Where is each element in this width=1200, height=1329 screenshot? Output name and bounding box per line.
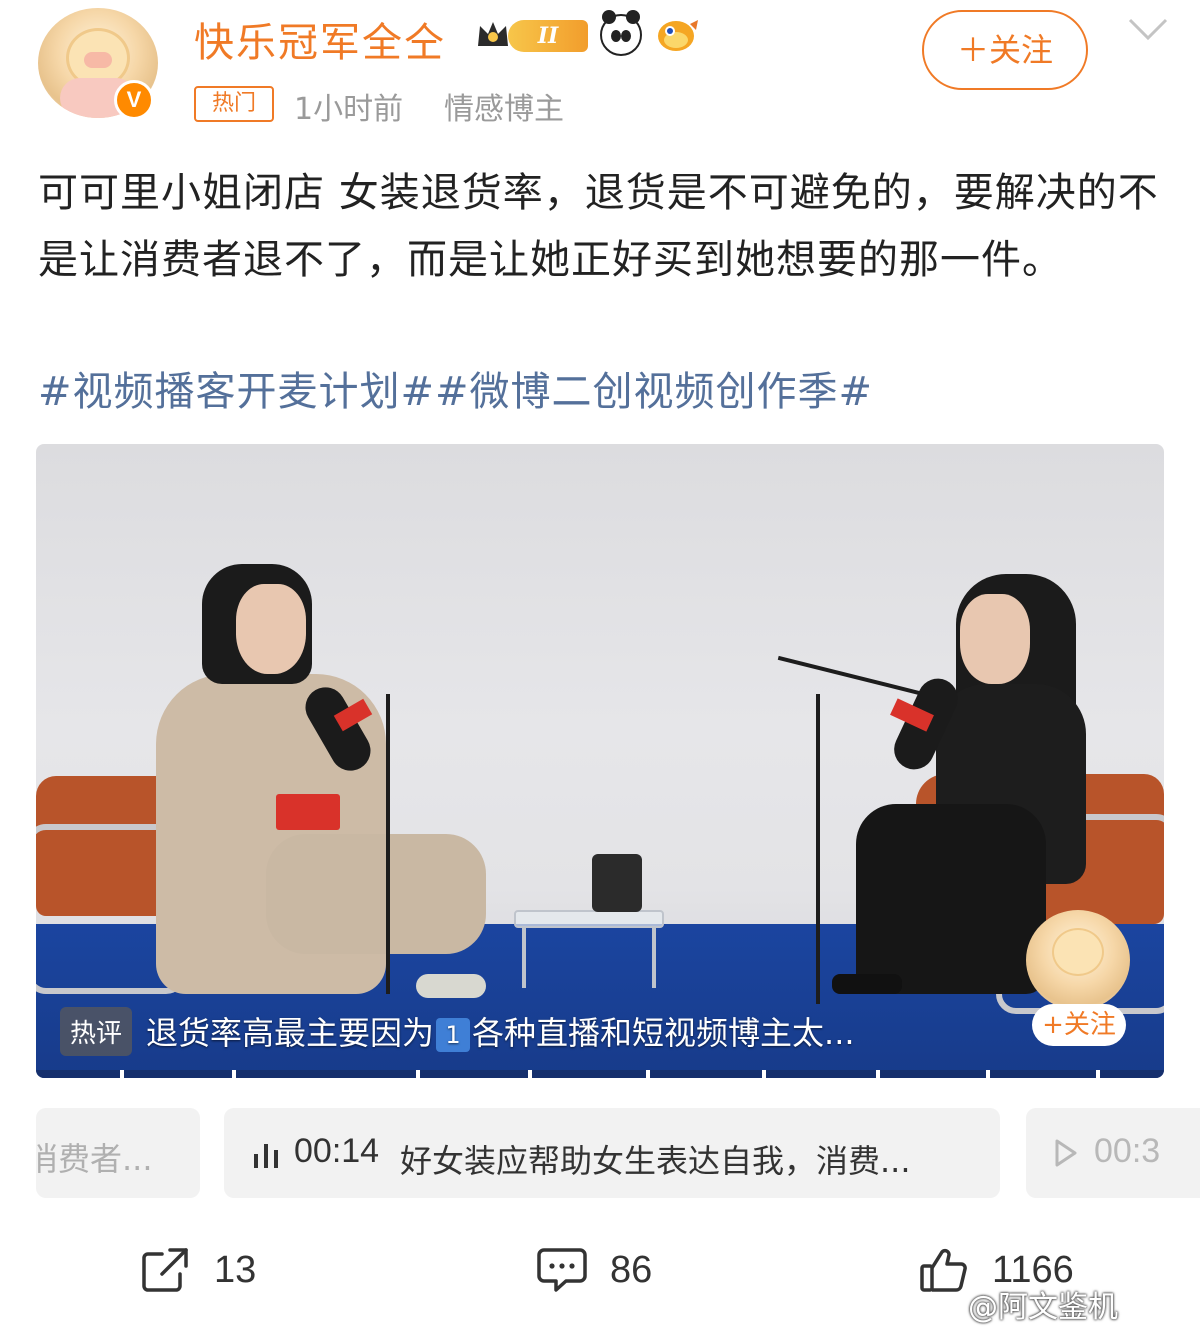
- video-mic-arm-right: [777, 655, 925, 697]
- comment-icon: [537, 1248, 587, 1292]
- video-player[interactable]: +关注 热评 退货率高最主要因为 1 各种直播和短视频博主太...: [36, 444, 1164, 1078]
- post-text: 可可里小姐闭店 女装退货率，退货是不可避免的，要解决的不是让消费者退不了，而是让…: [38, 170, 1159, 283]
- avatar-face: [84, 52, 112, 68]
- verified-badge-icon: V: [114, 80, 154, 120]
- chevron-down-icon[interactable]: [1126, 14, 1170, 44]
- follow-button[interactable]: ＋关注: [922, 10, 1088, 90]
- panda-icon[interactable]: [600, 10, 642, 56]
- share-icon: [142, 1248, 188, 1292]
- progress-segment-marker: [416, 1070, 420, 1078]
- chapter-time: 00:14: [294, 1132, 380, 1170]
- topic-link[interactable]: #视频播客开麦计划#: [38, 369, 435, 415]
- post-time: 1小时前: [294, 92, 404, 127]
- chapter-text: 好女装应帮助女生表达自我，消费...: [400, 1142, 911, 1180]
- crown-icon: [478, 22, 508, 46]
- progress-segment-marker: [528, 1070, 532, 1078]
- progress-segment-marker: [1096, 1070, 1100, 1078]
- chapter-chip-active[interactable]: 00:14 好女装应帮助女生表达自我，消费...: [224, 1108, 1000, 1198]
- thumbs-up-icon: [920, 1248, 967, 1292]
- share-button[interactable]: 13: [140, 1240, 256, 1300]
- video-lamp: [592, 854, 642, 912]
- member-level-badge[interactable]: II: [474, 14, 590, 58]
- hot-tag: 热门: [194, 86, 274, 122]
- topic-list: #视频播客开麦计划##微博二创视频创作季#: [38, 362, 873, 422]
- audio-bars-icon: [254, 1144, 278, 1168]
- progress-segment-marker: [762, 1070, 766, 1078]
- topic-link[interactable]: #微博二创视频创作季#: [435, 369, 873, 415]
- fish-icon[interactable]: [654, 16, 698, 54]
- comment-count: 86: [610, 1248, 653, 1291]
- share-count: 13: [214, 1248, 257, 1291]
- video-table: [514, 910, 664, 928]
- video-mic-stand-left: [386, 694, 390, 994]
- chapter-chip[interactable]: 00:3: [1026, 1108, 1200, 1198]
- chapter-text: 消费者...: [36, 1140, 153, 1178]
- video-author-avatar[interactable]: [1026, 910, 1130, 1010]
- progress-segment-marker: [986, 1070, 990, 1078]
- hot-comment-text: 退货率高最主要因为 1 各种直播和短视频博主太...: [146, 1014, 855, 1052]
- watermark: @阿文鉴机: [968, 1290, 1118, 1325]
- level-label: II: [508, 20, 588, 52]
- author-role: 情感博主: [444, 92, 564, 127]
- progress-segment-marker: [120, 1070, 124, 1078]
- video-mic-stand-right: [816, 694, 820, 1004]
- username[interactable]: 快乐冠军全仝: [194, 10, 446, 68]
- video-follow-button[interactable]: +关注: [1032, 1004, 1126, 1046]
- post-header: V 快乐冠军全仝 II 热门 1小时前 情感博主 ＋关注: [0, 0, 1200, 140]
- hot-comment[interactable]: 热评 退货率高最主要因为 1 各种直播和短视频博主太...: [60, 1006, 855, 1056]
- chapter-chip[interactable]: 消费者...: [36, 1108, 200, 1198]
- play-icon: [1055, 1139, 1077, 1167]
- keycap-one-icon: 1: [436, 1018, 471, 1052]
- video-progress-bar[interactable]: [36, 1070, 1164, 1078]
- chapter-time: 00:3: [1094, 1132, 1161, 1170]
- progress-segment-marker: [646, 1070, 650, 1078]
- progress-segment-marker: [232, 1070, 236, 1078]
- comment-button[interactable]: 86: [536, 1240, 652, 1300]
- progress-segment-marker: [876, 1070, 880, 1078]
- hot-comment-tag: 热评: [60, 1006, 133, 1056]
